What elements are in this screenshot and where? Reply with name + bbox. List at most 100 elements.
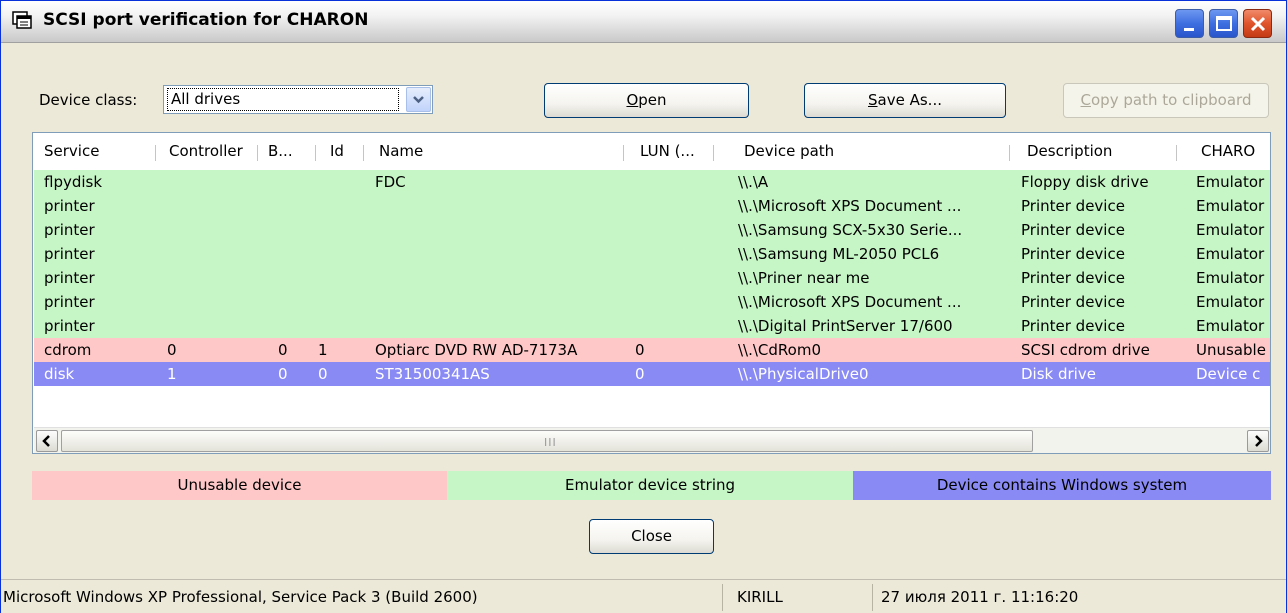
chevron-right-icon bbox=[1255, 435, 1263, 447]
cell-bus bbox=[278, 290, 318, 314]
cell-lun bbox=[635, 170, 715, 194]
cell-device-path: \\.\PhysicalDrive0 bbox=[738, 365, 869, 383]
column-header-id[interactable]: Id bbox=[322, 133, 362, 170]
column-header-controller[interactable]: Controller bbox=[161, 133, 257, 170]
cell-device-path: \\.\CdRom0 bbox=[738, 341, 822, 359]
cell-description: Printer device bbox=[1021, 221, 1125, 239]
minimize-icon bbox=[1184, 28, 1194, 31]
maximize-icon bbox=[1216, 16, 1232, 31]
table-row-selected[interactable]: disk 1 0 0 ST31500341AS 0 \\.\PhysicalDr… bbox=[34, 362, 1270, 386]
cell-charon: Emulator bbox=[1196, 245, 1265, 263]
cell-name bbox=[375, 218, 625, 242]
cell-lun: 0 bbox=[635, 365, 645, 383]
cell-controller bbox=[167, 290, 257, 314]
cell-controller bbox=[167, 266, 257, 290]
cell-id: 0 bbox=[318, 365, 328, 383]
cell-bus bbox=[278, 170, 318, 194]
cell-bus bbox=[278, 266, 318, 290]
table-row[interactable]: printer \\.\Digital PrintServer 17/600 P… bbox=[34, 314, 1270, 338]
cell-bus bbox=[278, 218, 318, 242]
cell-name bbox=[375, 242, 625, 266]
column-header-bus[interactable]: B... bbox=[260, 133, 310, 170]
column-header-service[interactable]: Service bbox=[36, 133, 154, 170]
cell-description: SCSI cdrom drive bbox=[1021, 341, 1150, 359]
open-button[interactable]: Open bbox=[544, 83, 749, 118]
device-class-label: Device class: bbox=[39, 91, 138, 109]
cell-device-path: \\.\Microsoft XPS Document ... bbox=[738, 293, 962, 311]
open-accelerator: O bbox=[626, 91, 639, 109]
column-header-lun[interactable]: LUN (... bbox=[632, 133, 712, 170]
table-row[interactable]: printer \\.\Samsung SCX-5x30 Serie... Pr… bbox=[34, 218, 1270, 242]
title-bar[interactable]: SCSI port verification for CHARON bbox=[1, 1, 1286, 43]
saveas-accelerator: S bbox=[868, 91, 878, 109]
column-header-device-path[interactable]: Device path bbox=[736, 133, 1006, 170]
cell-id bbox=[318, 314, 358, 338]
horizontal-scrollbar[interactable]: III bbox=[34, 427, 1270, 453]
cell-service: disk bbox=[44, 365, 75, 383]
device-class-select[interactable]: All drives bbox=[163, 85, 433, 114]
close-icon bbox=[1250, 16, 1266, 32]
cell-name bbox=[375, 314, 625, 338]
close-button[interactable]: Close bbox=[589, 519, 714, 554]
legend-windows-system: Device contains Windows system bbox=[853, 471, 1271, 500]
copy-path-button[interactable]: Copy path to clipboard bbox=[1063, 83, 1269, 118]
cell-lun bbox=[635, 314, 715, 338]
cell-bus bbox=[278, 194, 318, 218]
cell-service: printer bbox=[44, 197, 95, 215]
close-window-button[interactable] bbox=[1243, 9, 1272, 38]
device-class-value: All drives bbox=[167, 88, 399, 111]
cell-controller bbox=[167, 314, 257, 338]
device-list[interactable]: Service Controller B... Id Name LUN (...… bbox=[32, 132, 1271, 454]
table-row[interactable]: flpydisk FDC \\.\A Floppy disk drive Emu… bbox=[34, 170, 1270, 194]
cell-name: Optiarc DVD RW AD-7173A bbox=[375, 341, 578, 359]
scroll-thumb[interactable]: III bbox=[61, 430, 1033, 452]
cell-bus bbox=[278, 242, 318, 266]
maximize-button[interactable] bbox=[1209, 9, 1238, 38]
scroll-left-button[interactable] bbox=[36, 430, 58, 452]
cell-name bbox=[375, 266, 625, 290]
cell-name bbox=[375, 290, 625, 314]
status-datetime: 27 июля 2011 г. 11:16:20 bbox=[881, 588, 1079, 606]
status-os: Microsoft Windows XP Professional, Servi… bbox=[1, 584, 723, 611]
table-row[interactable]: printer \\.\Microsoft XPS Document ... P… bbox=[34, 194, 1270, 218]
cell-id bbox=[318, 170, 358, 194]
column-header-name[interactable]: Name bbox=[371, 133, 621, 170]
saveas-label-post: ave As... bbox=[877, 91, 942, 109]
cell-device-path: \\.\Samsung SCX-5x30 Serie... bbox=[738, 221, 963, 239]
cell-device-path: \\.\Samsung ML-2050 PCL6 bbox=[738, 245, 940, 263]
cell-id bbox=[318, 218, 358, 242]
column-header-description[interactable]: Description bbox=[1019, 133, 1169, 170]
table-row[interactable]: cdrom 0 0 1 Optiarc DVD RW AD-7173A 0 \\… bbox=[34, 338, 1270, 362]
cell-id bbox=[318, 266, 358, 290]
cell-service: printer bbox=[44, 293, 95, 311]
cell-lun: 0 bbox=[635, 341, 645, 359]
dropdown-button[interactable] bbox=[406, 87, 431, 112]
cell-charon: Emulator bbox=[1196, 269, 1265, 287]
windows-app-icon bbox=[12, 11, 34, 31]
minimize-button[interactable] bbox=[1175, 9, 1204, 38]
cell-device-path: \\.\Priner near me bbox=[738, 269, 870, 287]
window-title: SCSI port verification for CHARON bbox=[43, 10, 369, 30]
cell-charon: Device c bbox=[1196, 365, 1261, 383]
scroll-right-button[interactable] bbox=[1247, 430, 1269, 452]
cell-charon: Emulator bbox=[1196, 173, 1265, 191]
cell-device-path: \\.\Microsoft XPS Document ... bbox=[738, 197, 962, 215]
table-row[interactable]: printer \\.\Priner near me Printer devic… bbox=[34, 266, 1270, 290]
cell-name: FDC bbox=[375, 173, 406, 191]
copy-label-post: opy path to clipboard bbox=[1091, 91, 1252, 109]
cell-controller bbox=[167, 242, 257, 266]
cell-device-path: \\.\A bbox=[738, 173, 769, 191]
cell-id: 1 bbox=[318, 341, 328, 359]
list-header: Service Controller B... Id Name LUN (...… bbox=[33, 133, 1270, 170]
cell-charon: Unusable bbox=[1196, 341, 1266, 359]
legend-emulator: Emulator device string bbox=[447, 471, 853, 500]
cell-charon: Emulator bbox=[1196, 197, 1265, 215]
table-row[interactable]: printer \\.\Samsung ML-2050 PCL6 Printer… bbox=[34, 242, 1270, 266]
status-bar: Microsoft Windows XP Professional, Servi… bbox=[1, 579, 1286, 613]
app-window: SCSI port verification for CHARON Device… bbox=[0, 0, 1287, 613]
cell-charon: Emulator bbox=[1196, 317, 1265, 335]
table-row[interactable]: printer \\.\Microsoft XPS Document ... P… bbox=[34, 290, 1270, 314]
open-label-post: pen bbox=[638, 91, 667, 109]
save-as-button[interactable]: Save As... bbox=[804, 83, 1006, 118]
column-header-charon[interactable]: CHARO bbox=[1193, 133, 1270, 170]
